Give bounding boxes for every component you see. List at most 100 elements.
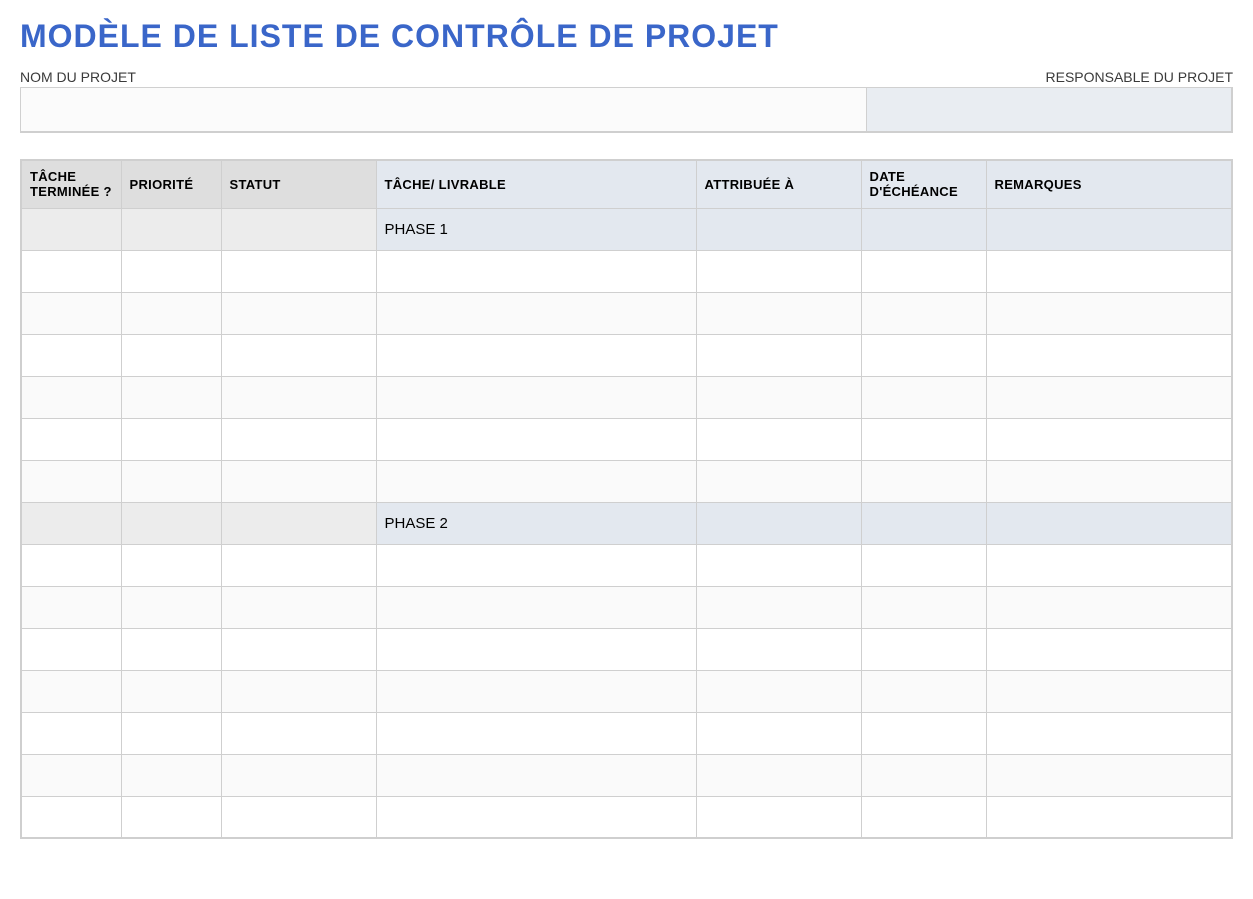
cell-done[interactable] [21, 376, 121, 418]
cell-done[interactable] [21, 796, 121, 838]
cell-due[interactable] [861, 628, 986, 670]
cell-task[interactable] [376, 712, 696, 754]
cell-assigned[interactable] [696, 208, 861, 250]
cell-done[interactable] [21, 544, 121, 586]
cell-status[interactable] [221, 292, 376, 334]
cell-remarks[interactable] [986, 460, 1232, 502]
cell-status[interactable] [221, 754, 376, 796]
cell-assigned[interactable] [696, 712, 861, 754]
cell-status[interactable] [221, 334, 376, 376]
cell-priority[interactable] [121, 292, 221, 334]
cell-due[interactable] [861, 586, 986, 628]
cell-status[interactable] [221, 628, 376, 670]
cell-priority[interactable] [121, 502, 221, 544]
cell-assigned[interactable] [696, 460, 861, 502]
cell-due[interactable] [861, 292, 986, 334]
cell-task[interactable] [376, 334, 696, 376]
cell-priority[interactable] [121, 712, 221, 754]
cell-priority[interactable] [121, 334, 221, 376]
cell-task[interactable] [376, 754, 696, 796]
cell-priority[interactable] [121, 376, 221, 418]
cell-remarks[interactable] [986, 250, 1232, 292]
cell-remarks[interactable] [986, 208, 1232, 250]
cell-done[interactable] [21, 208, 121, 250]
cell-remarks[interactable] [986, 712, 1232, 754]
cell-status[interactable] [221, 208, 376, 250]
cell-priority[interactable] [121, 754, 221, 796]
cell-done[interactable] [21, 418, 121, 460]
cell-due[interactable] [861, 334, 986, 376]
cell-remarks[interactable] [986, 544, 1232, 586]
cell-due[interactable] [861, 670, 986, 712]
cell-done[interactable] [21, 502, 121, 544]
cell-assigned[interactable] [696, 376, 861, 418]
cell-assigned[interactable] [696, 418, 861, 460]
cell-done[interactable] [21, 628, 121, 670]
cell-remarks[interactable] [986, 334, 1232, 376]
cell-due[interactable] [861, 712, 986, 754]
cell-remarks[interactable] [986, 628, 1232, 670]
cell-status[interactable] [221, 670, 376, 712]
cell-status[interactable] [221, 418, 376, 460]
cell-done[interactable] [21, 460, 121, 502]
project-name-field[interactable] [21, 88, 866, 131]
cell-priority[interactable] [121, 544, 221, 586]
cell-remarks[interactable] [986, 292, 1232, 334]
cell-due[interactable] [861, 208, 986, 250]
cell-status[interactable] [221, 712, 376, 754]
cell-due[interactable] [861, 754, 986, 796]
cell-status[interactable] [221, 502, 376, 544]
cell-done[interactable] [21, 670, 121, 712]
cell-remarks[interactable] [986, 586, 1232, 628]
cell-due[interactable] [861, 502, 986, 544]
cell-assigned[interactable] [696, 586, 861, 628]
cell-assigned[interactable] [696, 796, 861, 838]
cell-task[interactable]: PHASE 1 [376, 208, 696, 250]
cell-done[interactable] [21, 586, 121, 628]
cell-priority[interactable] [121, 670, 221, 712]
project-manager-field[interactable] [866, 88, 1231, 131]
cell-priority[interactable] [121, 418, 221, 460]
cell-assigned[interactable] [696, 292, 861, 334]
cell-assigned[interactable] [696, 334, 861, 376]
cell-due[interactable] [861, 460, 986, 502]
cell-assigned[interactable] [696, 502, 861, 544]
cell-due[interactable] [861, 376, 986, 418]
cell-task[interactable] [376, 250, 696, 292]
cell-task[interactable] [376, 628, 696, 670]
cell-due[interactable] [861, 796, 986, 838]
cell-done[interactable] [21, 334, 121, 376]
cell-task[interactable] [376, 460, 696, 502]
cell-assigned[interactable] [696, 670, 861, 712]
cell-remarks[interactable] [986, 754, 1232, 796]
cell-assigned[interactable] [696, 544, 861, 586]
cell-assigned[interactable] [696, 754, 861, 796]
cell-task[interactable] [376, 292, 696, 334]
cell-due[interactable] [861, 418, 986, 460]
cell-task[interactable] [376, 586, 696, 628]
cell-status[interactable] [221, 544, 376, 586]
cell-done[interactable] [21, 712, 121, 754]
cell-status[interactable] [221, 460, 376, 502]
cell-due[interactable] [861, 250, 986, 292]
cell-done[interactable] [21, 292, 121, 334]
cell-task[interactable] [376, 544, 696, 586]
cell-status[interactable] [221, 796, 376, 838]
cell-priority[interactable] [121, 208, 221, 250]
cell-status[interactable] [221, 250, 376, 292]
cell-priority[interactable] [121, 586, 221, 628]
cell-remarks[interactable] [986, 418, 1232, 460]
cell-due[interactable] [861, 544, 986, 586]
cell-task[interactable] [376, 418, 696, 460]
cell-done[interactable] [21, 754, 121, 796]
cell-remarks[interactable] [986, 376, 1232, 418]
cell-status[interactable] [221, 586, 376, 628]
cell-task[interactable] [376, 796, 696, 838]
cell-priority[interactable] [121, 796, 221, 838]
cell-remarks[interactable] [986, 670, 1232, 712]
cell-priority[interactable] [121, 460, 221, 502]
cell-done[interactable] [21, 250, 121, 292]
cell-status[interactable] [221, 376, 376, 418]
cell-remarks[interactable] [986, 502, 1232, 544]
cell-remarks[interactable] [986, 796, 1232, 838]
